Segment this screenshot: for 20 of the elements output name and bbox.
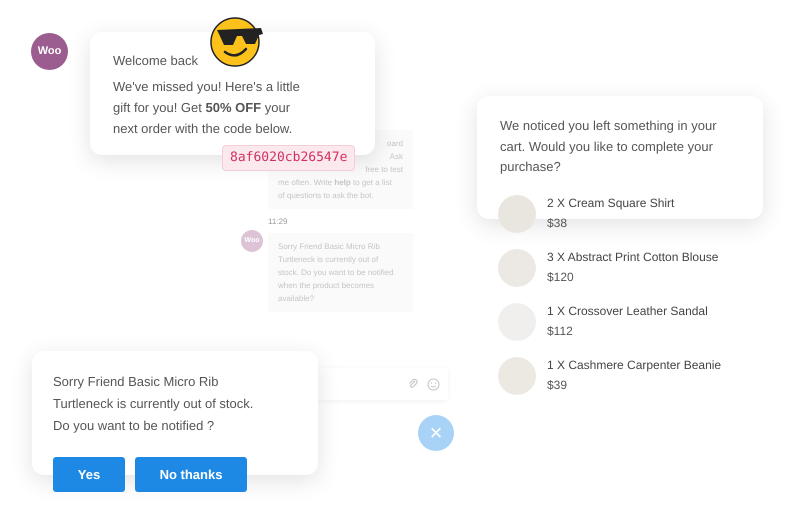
product-name: 1 X Cashmere Carpenter Beanie [547, 357, 722, 373]
coupon-code: 8af6020cb26547e [222, 145, 356, 171]
yes-button[interactable]: Yes [53, 457, 125, 492]
product-price: $38 [547, 215, 568, 231]
product-name: 3 X Abstract Print Cotton Blouse [547, 249, 718, 265]
paperclip-icon[interactable] [407, 378, 419, 390]
brand-avatar: Woo [31, 33, 68, 70]
product-name: 1 X Crossover Leather Sandal [547, 303, 708, 319]
product-price: $39 [547, 377, 568, 393]
product-name: 2 X Cream Square Shirt [547, 195, 674, 211]
product-price: $120 [547, 269, 575, 285]
welcome-title: Welcome back [113, 52, 200, 70]
stock-message: Sorry Friend Basic Micro Rib Turtleneck is currently out of stock. Do you want to be notified ? [53, 373, 254, 435]
smiley-icon[interactable] [427, 378, 440, 390]
product-photo-placeholder [498, 249, 536, 287]
message-time: 11:29 [268, 216, 288, 228]
product-price: $112 [547, 323, 574, 339]
product-photo-placeholder [498, 357, 536, 395]
cart-message: We noticed you left something in your cart. Would you like to complete your purchase? [500, 117, 718, 176]
no-thanks-button[interactable]: No thanks [135, 457, 247, 492]
